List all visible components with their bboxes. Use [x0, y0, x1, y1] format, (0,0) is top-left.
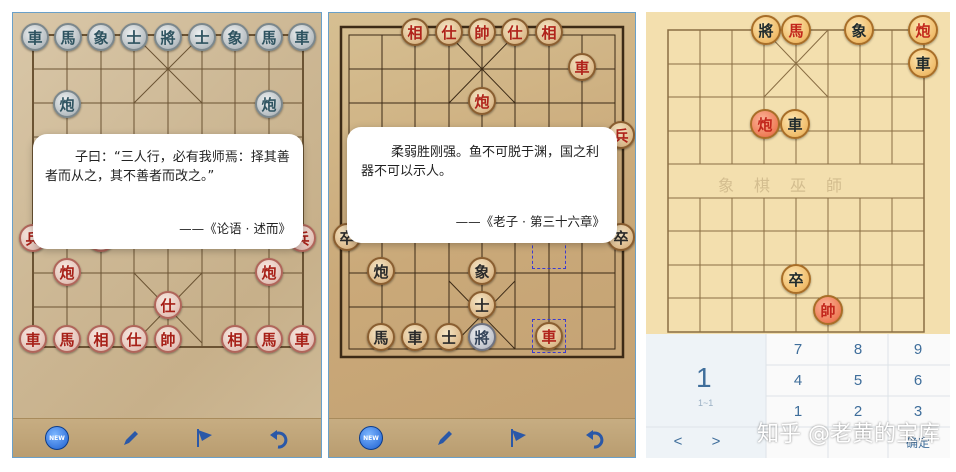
flag-icon	[511, 429, 526, 447]
new-game-button[interactable]: NEW	[45, 426, 69, 450]
quote-card: 柔弱胜刚强。鱼不可脱于渊，国之利器不可以示人。 ——《老子 · 第三十六章》	[347, 127, 617, 243]
black-cannon-piece[interactable]: 炮	[367, 257, 395, 285]
pencil-icon	[124, 431, 138, 445]
red-elephant-piece[interactable]: 相	[401, 18, 429, 46]
new-icon: NEW	[359, 426, 383, 450]
black-advisor-piece[interactable]: 士	[435, 323, 463, 351]
red-cannon-piece[interactable]: 炮	[53, 258, 81, 286]
river-char: 巫	[790, 176, 827, 195]
new-game-button[interactable]: NEW	[359, 426, 383, 450]
pencil-icon	[438, 431, 452, 445]
river-label: 象棋巫師	[718, 172, 862, 196]
red-cannon-piece[interactable]: 炮	[750, 109, 780, 139]
watermark-text: 知乎 @老黄的宝库	[757, 422, 940, 447]
black-chariot-piece[interactable]: 車	[288, 23, 316, 51]
river-char: 象	[718, 176, 755, 195]
bottom-toolbar: NEW	[13, 418, 321, 457]
red-advisor-piece[interactable]: 仕	[435, 18, 463, 46]
red-elephant-piece[interactable]: 相	[535, 18, 563, 46]
screenshot-panel-1: 車 馬 象 士 將 士 象 馬 車 炮 炮 兵 兵 兵 炮 炮 仕 車 馬 相 …	[12, 12, 322, 458]
undo-icon	[270, 430, 288, 449]
black-elephant-piece[interactable]: 象	[87, 23, 115, 51]
black-general-piece[interactable]: 將	[154, 23, 182, 51]
black-chariot-piece[interactable]: 車	[908, 48, 938, 78]
undo-icon	[586, 430, 604, 449]
red-advisor-piece[interactable]: 仕	[120, 325, 148, 353]
river-char: 棋	[754, 176, 791, 195]
bottom-toolbar: NEW	[329, 418, 635, 457]
black-horse-piece[interactable]: 馬	[54, 23, 82, 51]
black-general-piece[interactable]: 將	[751, 15, 781, 45]
black-cannon-piece[interactable]: 炮	[255, 90, 283, 118]
red-horse-piece[interactable]: 馬	[53, 325, 81, 353]
red-elephant-piece[interactable]: 相	[87, 325, 115, 353]
quote-source: ——《老子 · 第三十六章》	[455, 214, 605, 229]
black-advisor-piece[interactable]: 士	[468, 291, 496, 319]
black-chariot-piece[interactable]: 車	[780, 109, 810, 139]
new-icon: NEW	[45, 426, 69, 450]
undo-button[interactable]	[267, 426, 291, 450]
black-advisor-piece[interactable]: 士	[120, 23, 148, 51]
red-chariot-piece[interactable]: 車	[288, 325, 316, 353]
screenshot-panel-3: 象棋巫師 將 馬 象 炮 車 炮 車 卒 帥 1 1~1 < > 7 8 9 4…	[646, 12, 950, 458]
screenshot-panel-2: 相 仕 帥 仕 相 車 炮 兵 卒 卒 炮 象 士 馬 車 士 將 車 柔弱胜刚…	[328, 12, 636, 458]
black-general-piece[interactable]: 將	[468, 323, 496, 351]
black-chariot-piece[interactable]: 車	[21, 23, 49, 51]
red-cannon-piece[interactable]: 炮	[255, 258, 283, 286]
red-advisor-piece[interactable]: 仕	[501, 18, 529, 46]
red-chariot-piece[interactable]: 車	[568, 53, 596, 81]
edit-button[interactable]	[119, 426, 143, 450]
quote-source: ——《论语 · 述而》	[179, 221, 291, 236]
quote-text: 子曰：“三人行，必有我师焉：择其善者而从之，其不善者而改之。”	[45, 150, 290, 184]
black-horse-piece[interactable]: 馬	[367, 323, 395, 351]
red-cannon-piece[interactable]: 炮	[908, 15, 938, 45]
red-general-piece[interactable]: 帥	[154, 325, 182, 353]
red-horse-piece[interactable]: 馬	[781, 15, 811, 45]
red-elephant-piece[interactable]: 相	[221, 325, 249, 353]
flag-button[interactable]	[193, 426, 217, 450]
black-advisor-piece[interactable]: 士	[188, 23, 216, 51]
black-horse-piece[interactable]: 馬	[255, 23, 283, 51]
red-general-piece[interactable]: 帥	[468, 18, 496, 46]
black-pawn-piece[interactable]: 卒	[781, 264, 811, 294]
quote-text: 柔弱胜刚强。鱼不可脱于渊，国之利器不可以示人。	[361, 145, 600, 179]
black-elephant-piece[interactable]: 象	[844, 15, 874, 45]
red-chariot-piece[interactable]: 車	[19, 325, 47, 353]
black-elephant-piece[interactable]: 象	[221, 23, 249, 51]
flag-icon	[197, 429, 212, 447]
black-elephant-piece[interactable]: 象	[468, 257, 496, 285]
red-general-piece[interactable]: 帥	[813, 295, 843, 325]
red-chariot-piece[interactable]: 車	[535, 322, 563, 350]
black-chariot-piece[interactable]: 車	[401, 323, 429, 351]
river-char: 師	[826, 176, 863, 195]
edit-button[interactable]	[433, 426, 457, 450]
undo-button[interactable]	[583, 426, 607, 450]
quote-card: 子曰：“三人行，必有我师焉：择其善者而从之，其不善者而改之。” ——《论语 · …	[33, 134, 303, 249]
red-advisor-piece[interactable]: 仕	[154, 291, 182, 319]
red-horse-piece[interactable]: 馬	[255, 325, 283, 353]
black-cannon-piece[interactable]: 炮	[53, 90, 81, 118]
flag-button[interactable]	[507, 426, 531, 450]
red-cannon-piece[interactable]: 炮	[468, 87, 496, 115]
